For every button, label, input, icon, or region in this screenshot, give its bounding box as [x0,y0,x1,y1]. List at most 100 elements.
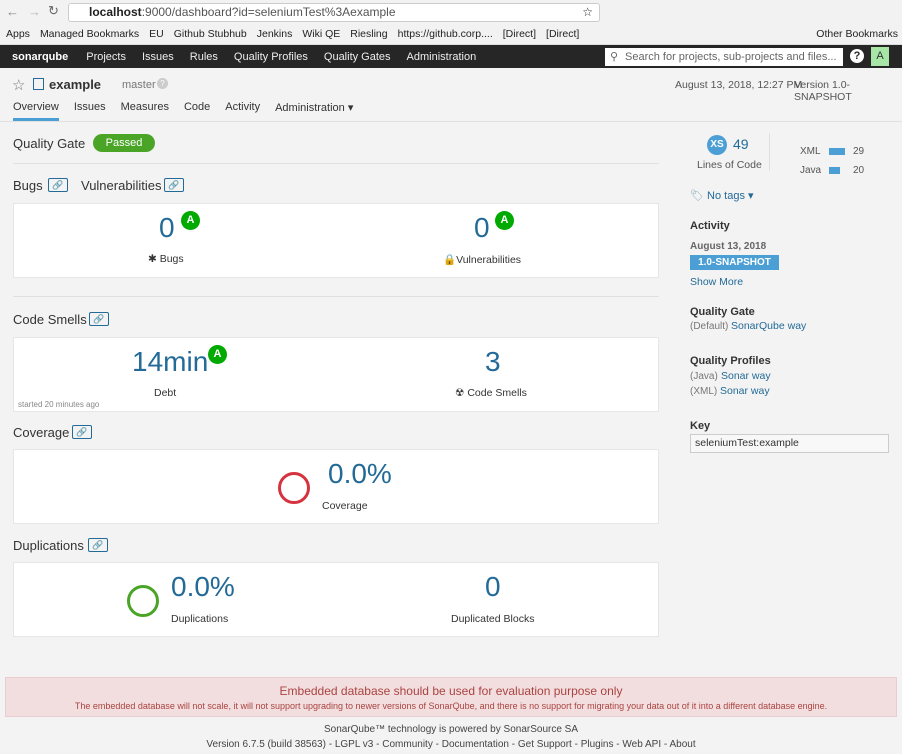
duplicated-blocks-label: Duplicated Blocks [451,613,535,625]
footer-link[interactable]: Community [382,739,433,750]
debt-rating[interactable]: A [208,345,227,364]
address-bar[interactable]: localhost:9000/dashboard?id=seleniumTest… [68,3,600,22]
bookmark[interactable]: Riesling [350,25,387,44]
profile-link[interactable]: Sonar way [721,370,771,382]
tab-overview[interactable]: Overview [13,101,59,121]
code-smells-label: ☢ Code Smells [455,387,527,399]
bookmark[interactable]: https://github.corp.... [398,25,493,44]
coverage-link-icon[interactable]: 🔗 [72,425,92,439]
search-input[interactable]: ⚲ Search for projects, sub-projects and f… [605,48,843,66]
quality-gate-link[interactable]: SonarQube way [731,320,806,332]
duplications-link-icon[interactable]: 🔗 [88,538,108,552]
bug-icon: ✱ [148,253,160,265]
warning-title: Embedded database should be used for eva… [279,684,623,698]
url-host: localhost [89,5,142,19]
search-placeholder: Search for projects, sub-projects and fi… [625,51,837,63]
favorite-star-icon[interactable]: ☆ [12,76,25,94]
profile-language: (Java) [690,371,718,382]
code-smells-link-icon[interactable]: 🔗 [89,312,109,326]
nav-quality-profiles[interactable]: Quality Profiles [234,51,308,63]
duplications-value[interactable]: 0.0% [171,571,235,603]
lines-of-code-value[interactable]: 49 [733,136,749,152]
footer-link[interactable]: Documentation [442,739,509,750]
coverage-panel: 0.0% Coverage [13,449,659,524]
debt-label: Debt [154,387,177,399]
bookmark[interactable]: [Direct] [546,25,579,44]
bookmarks-bar: Apps Managed Bookmarks EU Github Stubhub… [0,25,902,45]
coverage-value[interactable]: 0.0% [328,458,392,490]
language-row: XML 29 [800,142,864,161]
help-icon[interactable]: ? [157,78,168,89]
tab-code[interactable]: Code [184,101,210,121]
key-title: Key [690,420,711,432]
code-smells-panel: 14min A Debt 3 ☢ Code Smells started 20 … [13,337,659,412]
footer-link[interactable]: Plugins [581,739,614,750]
footer-link[interactable]: About [669,739,695,750]
show-more-link[interactable]: Show More [690,276,743,288]
footer-links: Version 6.7.5 (build 38563) - LGPL v3 - … [206,739,696,750]
nav-administration[interactable]: Administration [407,51,477,63]
project-name[interactable]: example [49,77,101,92]
bookmark[interactable]: [Direct] [503,25,536,44]
bookmark[interactable]: Jenkins [257,25,293,44]
language-distribution: XML 29 Java 20 [800,142,864,180]
duplicated-blocks-value[interactable]: 0 [485,571,501,603]
activity-date: August 13, 2018 [690,241,767,252]
quality-gate-status-badge: Passed [93,134,155,152]
tags-dropdown[interactable]: 🏷 No tags ▾ [690,189,754,202]
sonarqube-logo[interactable]: sonarqube [12,51,68,63]
project-version: Version 1.0-SNAPSHOT [794,79,852,103]
bugs-count[interactable]: 0 [159,212,175,244]
profile-link[interactable]: Sonar way [720,385,770,397]
forward-icon[interactable]: → [28,4,41,19]
code-smells-count[interactable]: 3 [485,346,501,378]
duplications-label: Duplications [171,613,229,625]
vulnerabilities-rating[interactable]: A [495,211,514,230]
sonarsource-link[interactable]: SonarSource SA [504,724,579,735]
back-icon[interactable]: ← [6,4,19,19]
code-smells-label-text: Code Smells [467,387,527,399]
bookmark[interactable]: Wiki QE [302,25,340,44]
help-icon[interactable]: ? [850,49,864,63]
powered-text: SonarQube™ technology is powered by [323,724,504,735]
activity-title: Activity [690,220,730,232]
bugs-panel: 0 A ✱ Bugs 0 A 🔒Vulnerabilities [13,203,659,278]
tab-measures[interactable]: Measures [121,101,169,121]
radiation-icon: ☢ [455,387,468,399]
analysis-date: August 13, 2018, 12:27 PM [675,79,803,91]
tab-issues[interactable]: Issues [74,101,106,121]
bugs-title: Bugs [13,178,43,193]
url-path: :9000/dashboard?id=seleniumTest%3Aexampl… [141,5,396,19]
vulnerabilities-link-icon[interactable]: 🔗 [164,178,184,192]
nav-quality-gates[interactable]: Quality Gates [324,51,391,63]
nav-issues[interactable]: Issues [142,51,174,63]
project-icon [33,78,44,90]
tab-activity[interactable]: Activity [225,101,260,121]
bookmark[interactable]: EU [149,25,164,44]
other-bookmarks[interactable]: Other Bookmarks [816,25,898,44]
nav-projects[interactable]: Projects [86,51,126,63]
bookmark[interactable]: Github Stubhub [174,25,247,44]
language-value: 20 [853,165,865,176]
nav-rules[interactable]: Rules [190,51,218,63]
project-key-input[interactable]: seleniumTest:example [690,434,889,453]
debt-value[interactable]: 14min [132,346,208,378]
warning-text: The embedded database will not scale, it… [74,701,828,711]
footer-link[interactable]: Web API [622,739,661,750]
star-icon[interactable]: ☆ [582,4,593,21]
tab-administration[interactable]: Administration ▾ [275,101,353,121]
vulnerabilities-count[interactable]: 0 [474,212,490,244]
bugs-link-icon[interactable]: 🔗 [48,178,68,192]
bookmark[interactable]: Managed Bookmarks [40,25,139,44]
footer-link[interactable]: LGPL v3 [335,739,374,750]
duplications-donut-icon [127,585,159,617]
bookmark[interactable]: Apps [6,25,30,44]
language-value: 29 [853,146,865,157]
search-icon: ⚲ [610,51,619,63]
lines-of-code-label: Lines of Code [697,159,762,171]
reload-icon[interactable]: ↻ [48,3,59,19]
avatar[interactable]: A [871,47,889,66]
footer-link[interactable]: Get Support [518,739,572,750]
divider [769,133,770,171]
bugs-rating[interactable]: A [181,211,200,230]
